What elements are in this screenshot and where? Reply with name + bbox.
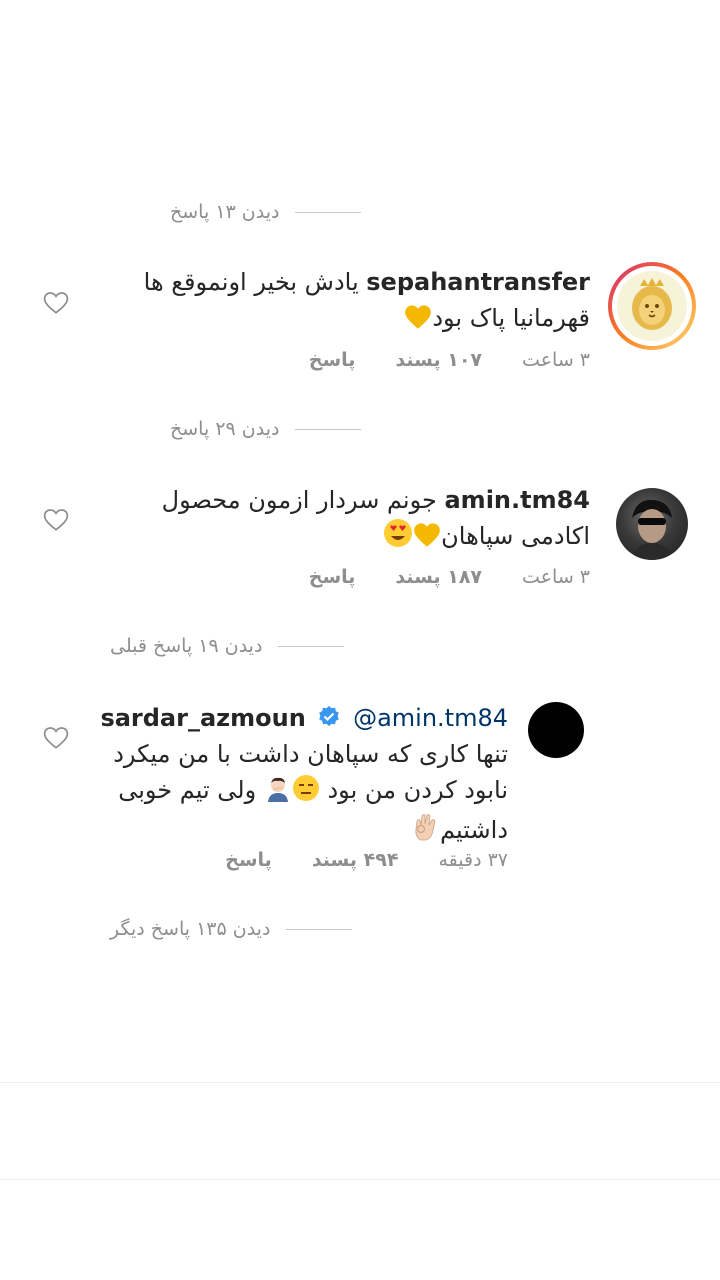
like-heart-icon[interactable]: [43, 726, 69, 750]
yellow-heart-icon: [404, 304, 432, 340]
user-photo-icon: [630, 499, 674, 560]
lion-logo-icon: [632, 278, 672, 330]
comment-time: ۳ ساعت: [522, 349, 590, 371]
view-replies-label: دیدن ۲۹ پاسخ: [170, 418, 280, 440]
view-replies-label: دیدن ۱۳۵ پاسخ دیگر: [110, 918, 271, 940]
verified-badge-icon: [317, 703, 341, 727]
avatar-amin-tm84[interactable]: [616, 488, 688, 560]
comment-meta-3: ۳۷ دقیقه ۴۹۴ پسند پاسخ: [185, 846, 508, 874]
mention-link[interactable]: @amin.tm84: [353, 704, 508, 732]
view-more-replies-toggle[interactable]: دیدن ۱۳۵ پاسخ دیگر: [110, 915, 590, 943]
comment-text-3: sardar_azmoun @amin.tm84 تنها کاری که سپ…: [88, 700, 508, 852]
likes-count-button[interactable]: ۱۸۷ پسند: [395, 566, 482, 588]
heart-eyes-emoji-icon: [383, 518, 413, 558]
replies-divider-line: [295, 211, 362, 213]
replies-divider-line: [295, 428, 362, 430]
reply-button[interactable]: پاسخ: [309, 349, 356, 371]
comment-text-1: sepahantransfer یادش بخیر اونموقع ها قهر…: [120, 264, 590, 340]
comment-time: ۳۷ دقیقه: [438, 849, 508, 871]
avatar-sepahantransfer[interactable]: [608, 262, 696, 350]
like-heart-icon[interactable]: [43, 508, 69, 532]
view-replies-toggle-1[interactable]: دیدن ۱۳ پاسخ: [170, 198, 590, 226]
comment-composer-area[interactable]: [0, 1083, 720, 1179]
likes-count-button[interactable]: ۴۹۴ پسند: [312, 849, 399, 871]
yellow-heart-icon: [413, 522, 441, 558]
replies-divider-line: [278, 645, 345, 647]
person-facepalming-emoji-icon: [264, 774, 292, 812]
comment-meta-1: ۳ ساعت ۱۰۷ پسند پاسخ: [269, 346, 590, 374]
reply-button[interactable]: پاسخ: [309, 566, 356, 588]
likes-count-button[interactable]: ۱۰۷ پسند: [395, 349, 482, 371]
avatar-sardar-azmoun[interactable]: [528, 702, 584, 758]
view-previous-replies-toggle[interactable]: دیدن ۱۹ پاسخ قبلی: [110, 632, 590, 660]
expressionless-face-emoji-icon: [292, 774, 320, 812]
reply-button[interactable]: پاسخ: [225, 849, 272, 871]
view-replies-label: دیدن ۱۳ پاسخ: [170, 201, 280, 223]
composer-bottom-divider: [0, 1179, 720, 1180]
comment-username[interactable]: sardar_azmoun: [100, 704, 305, 732]
view-replies-toggle-2[interactable]: دیدن ۲۹ پاسخ: [170, 415, 590, 443]
view-replies-label: دیدن ۱۹ پاسخ قبلی: [110, 635, 263, 657]
comment-username[interactable]: sepahantransfer: [366, 268, 590, 296]
comment-meta-2: ۳ ساعت ۱۸۷ پسند پاسخ: [269, 563, 590, 591]
comment-username[interactable]: amin.tm84: [444, 486, 590, 514]
comment-text-2: amin.tm84 جونم سردار ازمون محصول اکادمی …: [120, 482, 590, 558]
like-heart-icon[interactable]: [43, 291, 69, 315]
replies-divider-line: [286, 928, 353, 930]
comment-time: ۳ ساعت: [522, 566, 590, 588]
